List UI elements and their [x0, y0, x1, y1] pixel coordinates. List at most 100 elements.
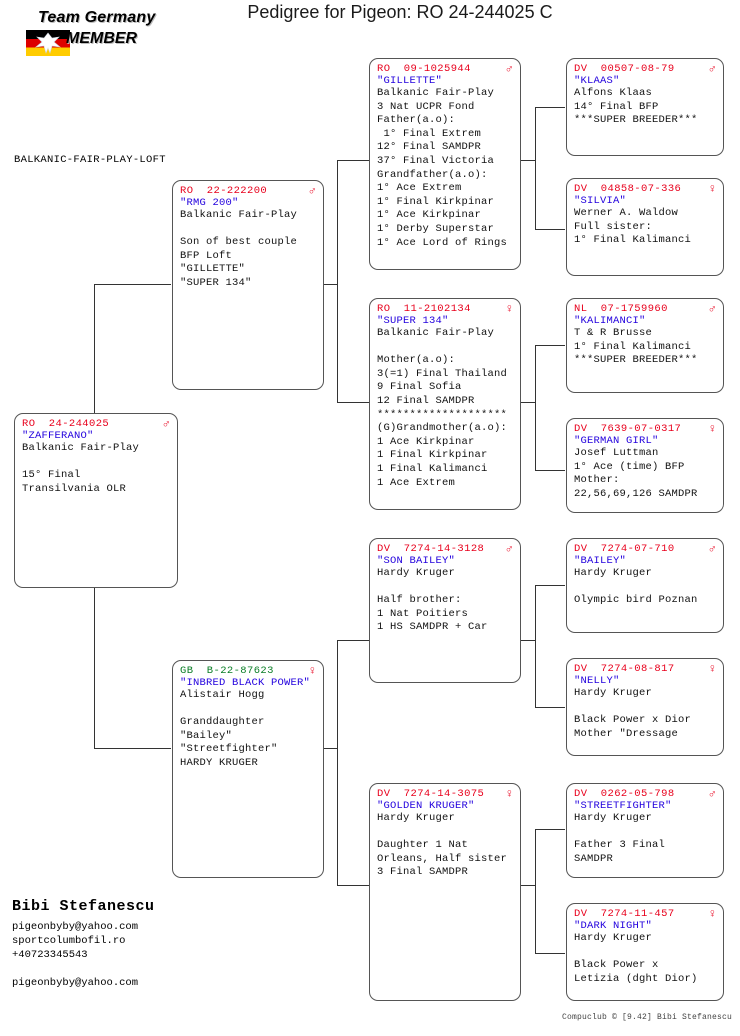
sex-female-icon: ♀	[708, 907, 716, 921]
dam-line-1: Alistair Hogg	[180, 689, 265, 701]
connector-g1b-v	[337, 640, 338, 885]
g2-0-line-10: 1° Ace Kirkpinar	[377, 209, 482, 222]
g3-0-ring-number: DV 00507-08-79	[574, 63, 675, 75]
pedigree-box-ggp-4[interactable]: DV 7639-07-0317 ♀ "GERMAN GIRL" Josef Lu…	[566, 418, 724, 513]
g2-2-line-5: 1 HS SAMDPR + Car	[377, 621, 488, 634]
sex-male-icon: ♂	[505, 62, 513, 76]
connector-g1b-out	[323, 748, 337, 749]
g2-2-name: "SON BAILEY"	[377, 555, 456, 567]
sex-female-icon: ♀	[708, 422, 716, 436]
g3-5-line-2	[574, 701, 717, 715]
g3-0-line-3: ***SUPER BREEDER***	[574, 114, 698, 127]
pedigree-box-dam[interactable]: GB B-22-87623 ♀ "INBRED BLACK POWER" Ali…	[172, 660, 324, 878]
g3-5-name: "NELLY"	[574, 675, 620, 687]
pedigree-box-subject[interactable]: RO 24-244025 ♂ "ZAFFERANO" Balkanic Fair…	[14, 413, 178, 588]
connector-g2d-out	[521, 885, 535, 886]
g2-1-line-3: Mother(a.o):	[377, 354, 456, 367]
g3-1-line-2: Full sister:	[574, 220, 653, 233]
sire-line-2	[180, 223, 317, 237]
g3-3-line-1: Josef Luttman	[574, 447, 659, 459]
g2-3-ring-number: DV 7274-14-3075	[377, 788, 485, 800]
g3-5-line-3: Black Power x Dior	[574, 714, 692, 727]
g3-4-line-2	[574, 581, 717, 595]
sire-line-6: "SUPER 134"	[180, 276, 252, 289]
connector-g1a-bottom	[337, 402, 369, 403]
sex-female-icon: ♀	[505, 787, 513, 801]
connector-g1a-top	[337, 160, 369, 161]
dam-line-3: Granddaughter	[180, 716, 265, 729]
g2-1-line-12: 1 Ace Extrem	[377, 476, 456, 489]
pedigree-box-ggp-7[interactable]: DV 0262-05-798 ♂ "STREETFIGHTER" Hardy K…	[566, 783, 724, 878]
g3-1-ring-number: DV 04858-07-336	[574, 183, 682, 195]
g2-0-line-12: 1° Ace Lord of Rings	[377, 236, 508, 249]
g3-2-line-1: T & R Brusse	[574, 327, 653, 339]
pedigree-box-ggp-8[interactable]: DV 7274-11-457 ♀ "DARK NIGHT" Hardy Krug…	[566, 903, 724, 1001]
contact-email-secondary[interactable]: pigeonbyby@yahoo.com	[12, 977, 138, 989]
software-credit: Compuclub © [9.42] Bibi Stefanescu	[561, 1013, 732, 1022]
sex-male-icon: ♂	[708, 542, 716, 556]
g2-3-line-4: Orleans, Half sister	[377, 852, 508, 865]
g3-6-line-3: Father 3 Final	[574, 839, 666, 852]
g2-3-name: "GOLDEN KRUGER"	[377, 800, 475, 812]
g3-0-name: "KLAAS"	[574, 75, 620, 87]
dam-line-6: HARDY KRUGER	[180, 756, 259, 769]
pedigree-box-ggp-3[interactable]: NL 07-1759960 ♂ "KALIMANCI" T & R Brusse…	[566, 298, 724, 393]
sire-line-1: Balkanic Fair-Play	[180, 209, 298, 221]
sire-line-4: BFP Loft	[180, 249, 233, 262]
connector-g2b-out	[521, 402, 535, 403]
sire-name: "RMG 200"	[180, 197, 239, 209]
connector-g1b-top	[337, 640, 369, 641]
sex-male-icon: ♂	[708, 62, 716, 76]
connector-g2c-bottom	[535, 707, 565, 708]
pedigree-box-granddam-paternal[interactable]: RO 11-2102134 ♀ "SUPER 134" Balkanic Fai…	[369, 298, 521, 510]
g2-1-line-8: (G)Grandmother(a.o):	[377, 422, 508, 435]
contact-website[interactable]: sportcolumbofil.ro	[12, 934, 138, 948]
eagle-icon	[35, 32, 61, 54]
pedigree-box-ggp-6[interactable]: DV 7274-08-817 ♀ "NELLY" Hardy Kruger Bl…	[566, 658, 724, 756]
g2-1-line-10: 1 Final Kirkpinar	[377, 449, 488, 462]
g2-0-line-5: 12° Final SAMDPR	[377, 141, 482, 154]
pedigree-box-grandsire-paternal[interactable]: RO 09-1025944 ♂ "GILLETTE" Balkanic Fair…	[369, 58, 521, 270]
g2-0-line-2: 3 Nat UCPR Fond	[377, 100, 475, 113]
connector-g2b-bottom	[535, 470, 565, 471]
connector-g1a-v	[337, 160, 338, 403]
subject-line-1: Balkanic Fair-Play	[22, 442, 140, 454]
dam-line-4: "Bailey"	[180, 729, 233, 742]
connector-g1a-out	[323, 284, 337, 285]
contact-phone: +40723345543	[12, 949, 88, 961]
page-title: Pedigree for Pigeon: RO 24-244025 C	[247, 2, 553, 22]
g3-7-line-3: Black Power x	[574, 959, 659, 972]
pedigree-box-ggp-1[interactable]: DV 00507-08-79 ♂ "KLAAS" Alfons Klaas 14…	[566, 58, 724, 156]
connector-g2a-v	[535, 107, 536, 230]
g2-1-line-6: 12 Final SAMDPR	[377, 394, 475, 407]
sire-line-3: Son of best couple	[180, 236, 298, 249]
sire-line-5: "GILLETTE"	[180, 263, 246, 276]
g3-6-line-4: SAMDPR	[574, 852, 614, 865]
g3-7-name: "DARK NIGHT"	[574, 920, 653, 932]
pedigree-box-ggp-5[interactable]: DV 7274-07-710 ♂ "BAILEY" Hardy Kruger O…	[566, 538, 724, 633]
contact-block: pigeonbyby@yahoo.com sportcolumbofil.ro …	[12, 920, 138, 962]
g3-0-line-1: Alfons Klaas	[574, 87, 653, 99]
g3-5-ring-number: DV 7274-08-817	[574, 663, 675, 675]
g2-1-line-1: Balkanic Fair-Play	[377, 327, 495, 339]
g2-0-line-8: 1° Ace Extrem	[377, 182, 462, 195]
connector-g2b-top	[535, 345, 565, 346]
g3-3-line-3: Mother:	[574, 474, 620, 487]
sex-female-icon: ♀	[308, 664, 316, 678]
sex-male-icon: ♂	[708, 787, 716, 801]
pedigree-box-grandsire-maternal[interactable]: DV 7274-14-3128 ♂ "SON BAILEY" Hardy Kru…	[369, 538, 521, 683]
connector-g2b-v	[535, 345, 536, 470]
g3-6-ring-number: DV 0262-05-798	[574, 788, 675, 800]
pedigree-box-ggp-2[interactable]: DV 04858-07-336 ♀ "SILVIA" Werner A. Wal…	[566, 178, 724, 276]
contact-email[interactable]: pigeonbyby@yahoo.com	[12, 920, 138, 934]
connector-g2d-top	[535, 829, 565, 830]
subject-line-4: Transilvania OLR	[22, 482, 127, 495]
g2-2-ring-number: DV 7274-14-3128	[377, 543, 485, 555]
g3-4-line-3: Olympic bird Poznan	[574, 594, 698, 607]
g3-7-line-4: Letizia (dght Dior)	[574, 972, 698, 985]
g3-2-line-2: 1° Final Kalimanci	[574, 340, 692, 353]
connector-subject-h-bottom	[94, 748, 171, 749]
loft-name-label: BALKANIC-FAIR-PLAY-LOFT	[14, 154, 166, 166]
pedigree-box-sire[interactable]: RO 22-222200 ♂ "RMG 200" Balkanic Fair-P…	[172, 180, 324, 390]
pedigree-box-granddam-maternal[interactable]: DV 7274-14-3075 ♀ "GOLDEN KRUGER" Hardy …	[369, 783, 521, 1001]
